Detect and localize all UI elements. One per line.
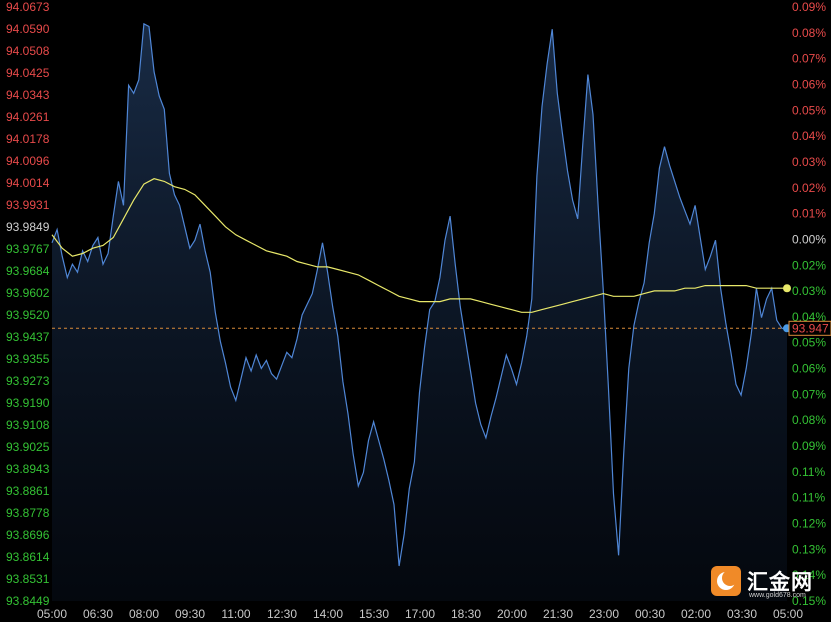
time-tick-label: 08:00 [129,607,159,621]
time-tick-label: 05:00 [37,607,67,621]
left-tick-label: 93.8696 [6,528,50,542]
time-tick-label: 17:00 [405,607,435,621]
left-tick-label: 93.9273 [6,374,50,388]
watermark-logo: 汇金网 www.gold678.com [711,566,829,606]
left-tick-label: 93.9520 [6,308,50,322]
left-tick-label: 94.0508 [6,44,50,58]
right-tick-label: 0.06% [792,362,826,376]
time-tick-label: 06:30 [83,607,113,621]
price-area-fill [52,23,787,602]
left-tick-label: 93.9190 [6,396,50,410]
right-tick-label: 0.08% [792,413,826,427]
right-tick-label: 0.06% [792,77,826,91]
left-tick-label: 93.9602 [6,286,50,300]
left-tick-label: 93.8531 [6,572,50,586]
left-tick-label: 93.9931 [6,198,50,212]
right-tick-label: 0.07% [792,387,826,401]
right-tick-label: 0.11% [792,465,825,479]
left-tick-label: 93.9108 [6,418,50,432]
right-tick-label: 0.09% [792,0,826,14]
time-tick-label: 14:00 [313,607,343,621]
right-tick-label: 0.02% [792,258,826,272]
right-tick-label: 0.09% [792,439,826,453]
left-tick-label: 94.0425 [6,66,50,80]
time-tick-label: 00:30 [635,607,665,621]
right-tick-label: 0.12% [792,517,826,531]
time-tick-label: 21:30 [543,607,573,621]
brand-url: www.gold678.com [749,592,806,599]
left-tick-label: 94.0178 [6,132,50,146]
left-tick-label: 93.9684 [6,264,50,278]
time-tick-label: 23:00 [589,607,619,621]
left-tick-label: 93.9767 [6,242,50,256]
time-tick-label: 15:30 [359,607,389,621]
left-tick-label: 94.0014 [6,176,50,190]
right-tick-label: 0.13% [792,542,826,556]
left-tick-label: 93.8614 [6,550,50,564]
left-tick-label: 93.8778 [6,506,50,520]
time-tick-label: 03:30 [727,607,757,621]
left-tick-label: 94.0096 [6,154,50,168]
left-tick-label: 93.9025 [6,440,50,454]
right-tick-label: 0.04% [792,129,826,143]
right-tick-label: 0.02% [792,181,826,195]
left-tick-label: 94.0673 [6,0,50,14]
last-price-value: 93.947 [792,321,829,335]
average-last-marker [783,284,791,293]
time-tick-label: 09:30 [175,607,205,621]
right-tick-label: 0.07% [792,52,826,66]
time-tick-label: 02:00 [681,607,711,621]
price-chart: 94.0673 94.0590 94.0508 94.0425 94.0343 94.02… [6,0,831,621]
left-tick-label: 94.0261 [6,110,50,124]
right-tick-label: 0.05% [792,103,826,117]
left-tick-label: 94.0590 [6,22,50,36]
left-tick-label: 93.9437 [6,330,50,344]
left-tick-label: 93.8449 [6,594,50,608]
left-tick-label: 93.9355 [6,352,50,366]
left-tick-label: 94.0343 [6,88,50,102]
crescent-logo-icon [711,566,741,596]
right-tick-label: 0.03% [792,284,826,298]
time-axis: 05:00 06:30 08:00 09:30 11:00 12:30 14:00 15:30… [37,607,803,621]
time-tick-label: 18:30 [451,607,481,621]
time-tick-label: 12:30 [267,607,297,621]
right-tick-label: 0.08% [792,26,826,40]
left-tick-label: 93.8861 [6,484,50,498]
time-tick-label: 05:00 [773,607,803,621]
right-tick-label: 0.11% [792,491,825,505]
left-tick-label: 93.9849 [6,220,50,234]
left-price-axis: 94.0673 94.0590 94.0508 94.0425 94.0343 94.02… [6,0,50,608]
right-tick-label: 0.05% [792,336,826,350]
time-tick-label: 11:00 [221,607,250,621]
right-tick-label: 0.01% [792,207,826,221]
right-percent-axis: 0.09% 0.08% 0.07% 0.06% 0.05% 0.04% 0.03% 0.02%… [792,0,826,608]
left-tick-label: 93.8943 [6,462,50,476]
time-tick-label: 20:00 [497,607,527,621]
right-tick-label: 0.03% [792,155,826,169]
right-tick-label: 0.00% [792,232,826,246]
